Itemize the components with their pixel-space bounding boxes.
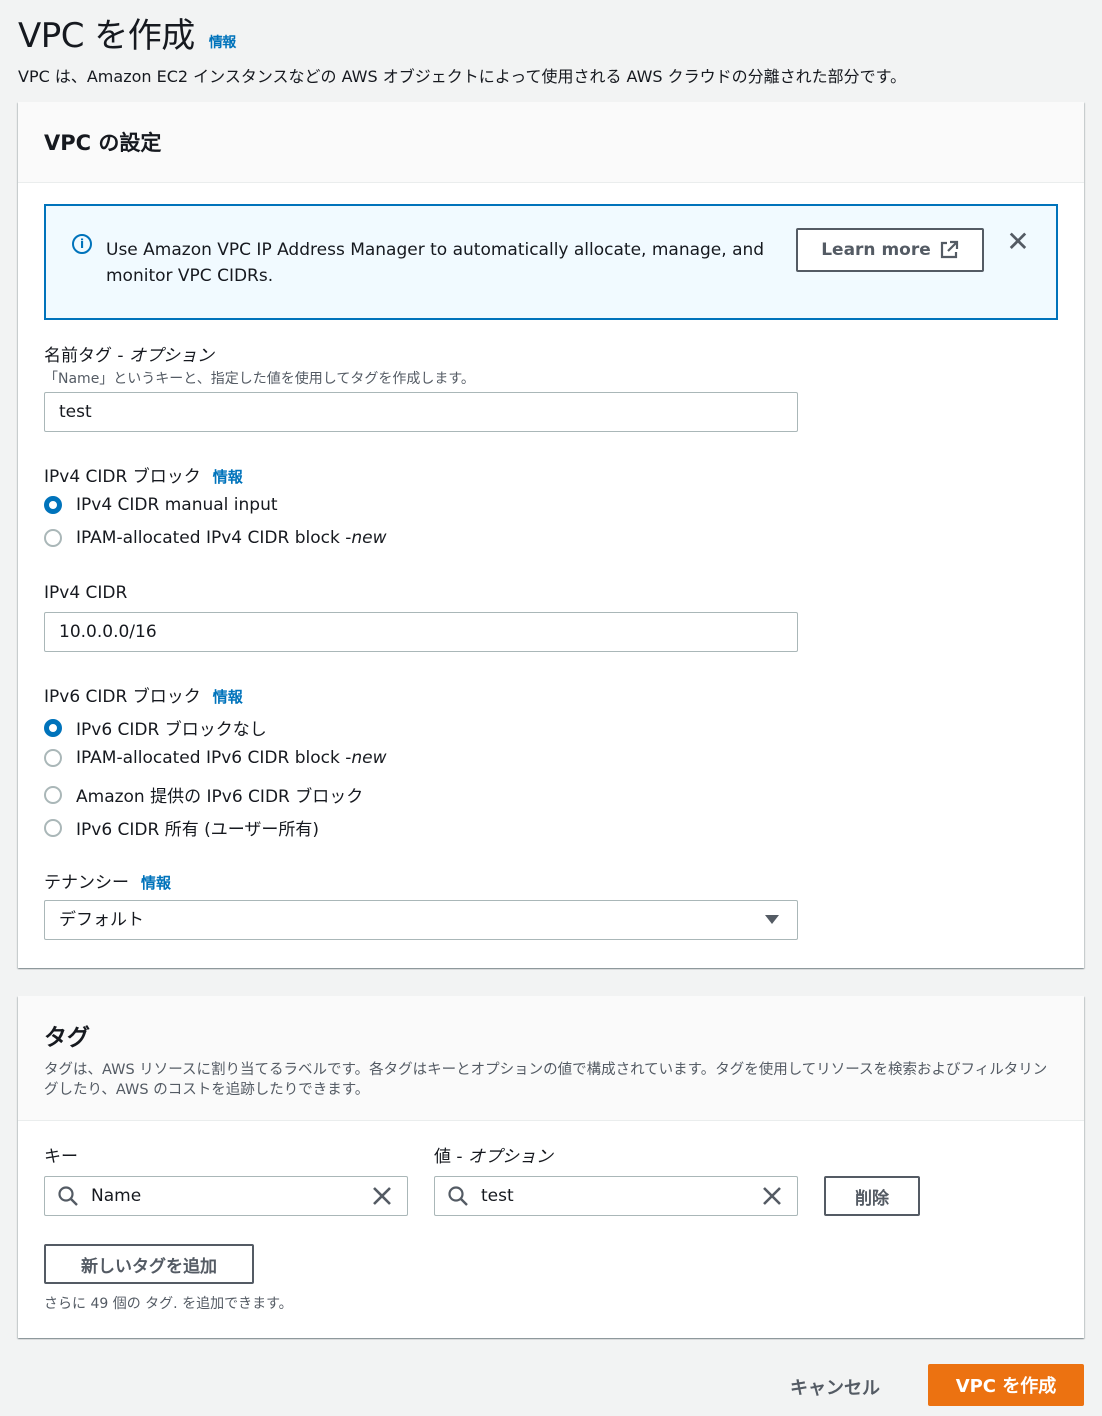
tags-description: タグは、AWS リソースに割り当てるラベルです。各タグはキーとオプションの値で構… [44, 1062, 1048, 1098]
caret-down-icon [765, 915, 779, 924]
clear-icon[interactable] [369, 1183, 395, 1209]
alert-text: Use Amazon VPC IP Address Manager to aut… [106, 240, 765, 286]
learn-more-button[interactable]: Learn more [796, 228, 984, 272]
add-tag-label: 新しいタグを追加 [81, 1256, 217, 1277]
ipam-info-alert: i Use Amazon VPC IP Address Manager to a… [44, 204, 1058, 320]
external-link-icon [940, 240, 958, 259]
remove-tag-label: 削除 [855, 1188, 889, 1209]
tag-key-label: キー [44, 1147, 78, 1167]
info-icon: i [72, 234, 92, 254]
ipv6-block-label-text: IPv6 CIDR ブロック [44, 687, 201, 707]
radio-ipv6-ipam[interactable]: IPAM-allocated IPv6 CIDR block - new [44, 748, 386, 768]
page-title-text: VPC を作成 [18, 16, 195, 56]
tag-key-value: Name [91, 1186, 142, 1206]
page-info-link[interactable]: 情報 [209, 32, 237, 52]
radio-label: IPAM-allocated IPv4 CIDR block - [76, 528, 352, 548]
add-tag-button[interactable]: 新しいタグを追加 [44, 1244, 254, 1284]
name-tag-description: 「Name」というキーと、指定した値を使用してタグを作成します。 [44, 371, 475, 387]
name-tag-input[interactable]: test [44, 392, 798, 432]
radio-button[interactable] [44, 785, 62, 804]
name-tag-optional: オプション [128, 346, 214, 366]
page-description: VPC は、Amazon EC2 インスタンスなどの AWS オブジェクトによっ… [18, 67, 907, 86]
tag-value-label-text: 値 - [434, 1147, 468, 1167]
tenancy-label-text: テナンシー [44, 873, 129, 893]
page-title: VPC を作成 情報 [18, 8, 236, 57]
ipv4-cidr-label: IPv4 CIDR [44, 583, 128, 603]
tag-value-input[interactable]: test [434, 1176, 798, 1216]
radio-ipv6-amazon[interactable]: Amazon 提供の IPv6 CIDR ブロック [44, 782, 363, 807]
tags-header: タグ タグは、AWS リソースに割り当てるラベルです。各タグはキーとオプションの… [18, 996, 1084, 1121]
clear-icon[interactable] [759, 1183, 785, 1209]
radio-label: IPv6 CIDR 所有 (ユーザー所有) [76, 820, 320, 840]
name-tag-label-text: 名前タグ - [44, 346, 129, 366]
tag-value-label: 値 - オプション [434, 1142, 553, 1167]
radio-button[interactable] [44, 749, 62, 767]
tags-title: タグ [44, 1025, 90, 1051]
ipv6-block-info-link[interactable]: 情報 [213, 688, 243, 706]
radio-ipv6-owned[interactable]: IPv6 CIDR 所有 (ユーザー所有) [44, 815, 319, 840]
tag-value-value: test [481, 1186, 514, 1206]
tenancy-info-link[interactable]: 情報 [141, 874, 171, 892]
search-icon [58, 1186, 78, 1206]
radio-ipv4-ipam[interactable]: IPAM-allocated IPv4 CIDR block - new [44, 528, 386, 548]
radio-ipv4-manual[interactable]: IPv4 CIDR manual input [44, 495, 278, 515]
close-icon[interactable]: ✕ [1006, 228, 1030, 256]
tenancy-label: テナンシー 情報 [44, 868, 171, 893]
ipv6-block-label: IPv6 CIDR ブロック 情報 [44, 682, 243, 707]
vpc-settings-title: VPC の設定 [44, 131, 162, 155]
tenancy-value: デフォルト [59, 910, 144, 930]
remove-tag-button[interactable]: 削除 [824, 1176, 920, 1216]
radio-ipv6-none[interactable]: IPv6 CIDR ブロックなし [44, 715, 267, 740]
name-tag-label: 名前タグ - オプション [44, 341, 214, 366]
new-tag: new [351, 748, 387, 768]
learn-more-label: Learn more [821, 240, 931, 260]
radio-button[interactable] [44, 529, 62, 547]
ipv4-block-label: IPv4 CIDR ブロック 情報 [44, 462, 243, 487]
ipv4-block-info-link[interactable]: 情報 [213, 468, 243, 486]
create-vpc-button[interactable]: VPC を作成 [928, 1364, 1084, 1406]
search-icon [448, 1186, 468, 1206]
radio-button-checked[interactable] [44, 718, 62, 737]
radio-button-checked[interactable] [44, 496, 62, 514]
vpc-settings-panel: VPC の設定 i Use Amazon VPC IP Address Mana… [18, 102, 1084, 968]
tenancy-select[interactable]: デフォルト [44, 900, 798, 940]
radio-label: Amazon 提供の IPv6 CIDR ブロック [76, 787, 364, 807]
tag-limit-text: さらに 49 個の タグ. を追加できます。 [44, 1296, 293, 1312]
cancel-button[interactable]: キャンセル [790, 1374, 880, 1400]
ipv4-cidr-input[interactable]: 10.0.0.0/16 [44, 612, 798, 652]
tags-panel: タグ タグは、AWS リソースに割り当てるラベルです。各タグはキーとオプションの… [18, 996, 1084, 1338]
tag-value-optional: オプション [467, 1147, 553, 1167]
radio-label: IPv4 CIDR manual input [76, 495, 278, 515]
new-tag: new [351, 528, 387, 548]
radio-label: IPAM-allocated IPv6 CIDR block - [76, 748, 352, 768]
radio-label: IPv6 CIDR ブロックなし [76, 720, 267, 740]
tag-key-input[interactable]: Name [44, 1176, 408, 1216]
create-vpc-label: VPC を作成 [955, 1376, 1057, 1397]
ipv4-block-label-text: IPv4 CIDR ブロック [44, 467, 201, 487]
vpc-settings-header: VPC の設定 [18, 102, 1084, 183]
radio-button[interactable] [44, 818, 62, 837]
